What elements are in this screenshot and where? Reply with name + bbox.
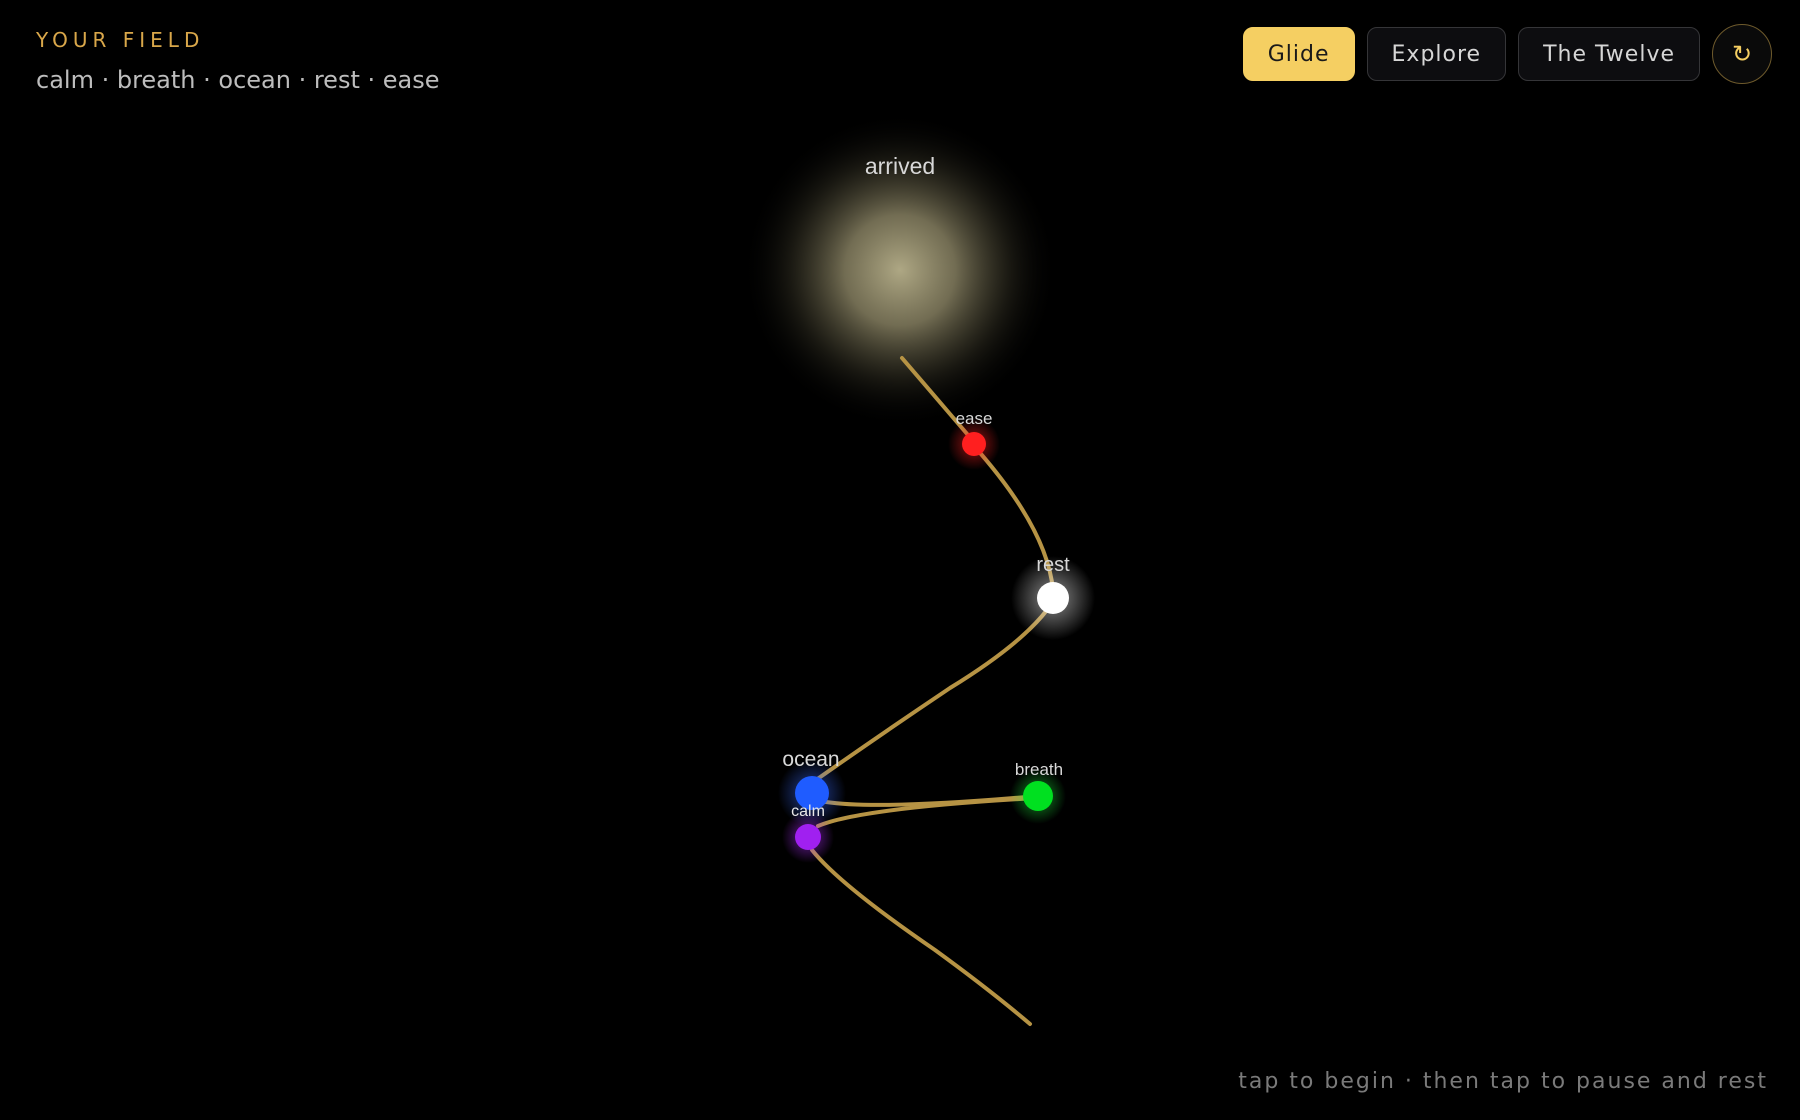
field-canvas[interactable]: arrived ease rest ocean calm breath (0, 0, 1800, 1120)
calm-label: calm (791, 803, 825, 820)
calm-node[interactable] (795, 824, 821, 850)
breath-node[interactable] (1023, 781, 1053, 811)
path-segment (810, 848, 1032, 1026)
arrived-label: arrived (865, 153, 935, 179)
hint-text: tap to begin · then tap to pause and res… (1238, 1069, 1768, 1094)
rest-label: rest (1036, 554, 1070, 576)
breath-label: breath (1015, 760, 1063, 779)
path-segment (814, 608, 1049, 782)
journey-path (810, 356, 1055, 1026)
ease-label: ease (956, 409, 993, 428)
rest-node[interactable] (1037, 582, 1069, 614)
ease-node[interactable] (962, 432, 986, 456)
ocean-label: ocean (782, 748, 839, 771)
